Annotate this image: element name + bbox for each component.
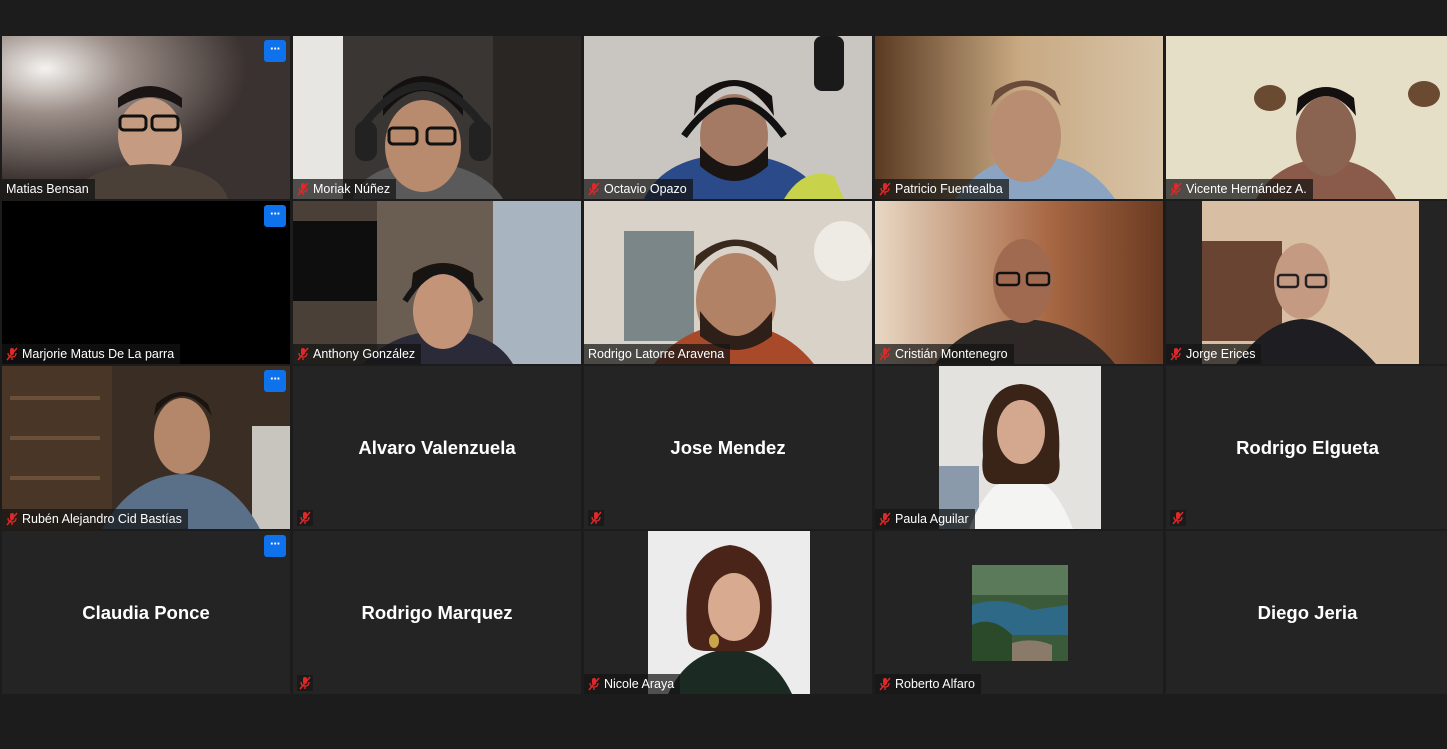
participant-profile-photo bbox=[972, 565, 1068, 661]
participant-nameplate: Paula Aguilar bbox=[875, 509, 975, 529]
participant-tile-ruben-cid[interactable]: ··· Rubén Alejandro Cid Bastías bbox=[2, 366, 290, 529]
microphone-muted-icon bbox=[297, 182, 309, 196]
participant-name: Jorge Erices bbox=[1186, 347, 1256, 361]
participant-video bbox=[875, 201, 1163, 364]
participant-tile-vicente-hernandez[interactable]: Vicente Hernández A. bbox=[1166, 36, 1447, 199]
participant-name: Moriak Núñez bbox=[313, 182, 391, 196]
microphone-muted-icon bbox=[6, 512, 18, 526]
microphone-muted-icon bbox=[1170, 347, 1182, 361]
microphone-muted-icon bbox=[879, 512, 891, 526]
participant-nameplate: Nicole Araya bbox=[584, 674, 681, 694]
microphone-muted-icon bbox=[879, 677, 891, 691]
participant-nameplate: Marjorie Matus De La parra bbox=[2, 344, 181, 364]
participant-tile-claudia-ponce[interactable]: Claudia Ponce ··· bbox=[2, 531, 290, 694]
participant-video bbox=[584, 201, 872, 364]
participant-nameplate: Rubén Alejandro Cid Bastías bbox=[2, 509, 188, 529]
participant-tile-rodrigo-marquez[interactable]: Rodrigo Marquez bbox=[293, 531, 581, 694]
participant-name-large: Claudia Ponce bbox=[82, 601, 210, 623]
participant-profile-photo bbox=[648, 531, 810, 694]
participant-video bbox=[2, 366, 290, 529]
participant-tile-jose-mendez[interactable]: Jose Mendez bbox=[584, 366, 872, 529]
participant-nameplate: Anthony González bbox=[293, 344, 422, 364]
participant-tile-jorge-erices[interactable]: Jorge Erices bbox=[1166, 201, 1447, 364]
participant-name: Marjorie Matus De La parra bbox=[22, 347, 175, 361]
participant-tile-roberto-alfaro[interactable]: Roberto Alfaro bbox=[875, 531, 1163, 694]
participant-video bbox=[293, 36, 581, 199]
microphone-muted-icon bbox=[297, 675, 313, 691]
participant-name-large: Rodrigo Elgueta bbox=[1236, 436, 1379, 458]
participant-video bbox=[875, 36, 1163, 199]
microphone-muted-icon bbox=[1170, 182, 1182, 196]
participant-tile-marjorie-matus[interactable]: ··· Marjorie Matus De La parra bbox=[2, 201, 290, 364]
participant-name: Cristián Montenegro bbox=[895, 347, 1008, 361]
more-options-icon[interactable]: ··· bbox=[264, 535, 286, 557]
participant-name-large: Diego Jeria bbox=[1257, 601, 1358, 623]
participant-tile-moriak-nunez[interactable]: Moriak Núñez bbox=[293, 36, 581, 199]
participant-name: Anthony González bbox=[313, 347, 416, 361]
participant-name-large: Rodrigo Marquez bbox=[361, 601, 513, 623]
microphone-muted-icon bbox=[297, 510, 313, 526]
participant-name: Rodrigo Latorre Aravena bbox=[588, 347, 725, 361]
participant-video bbox=[584, 36, 872, 199]
participant-nameplate: Moriak Núñez bbox=[293, 179, 397, 199]
participant-nameplate: Cristián Montenegro bbox=[875, 344, 1014, 364]
participant-tile-octavio-opazo[interactable]: Octavio Opazo bbox=[584, 36, 872, 199]
participant-nameplate: Matias Bensan bbox=[2, 179, 95, 199]
participant-name: Paula Aguilar bbox=[895, 512, 969, 526]
participant-name: Nicole Araya bbox=[604, 677, 675, 691]
participant-tile-patricio-fuentealba[interactable]: Patricio Fuentealba bbox=[875, 36, 1163, 199]
microphone-muted-icon bbox=[588, 182, 600, 196]
more-options-icon[interactable]: ··· bbox=[264, 370, 286, 392]
participant-name: Vicente Hernández A. bbox=[1186, 182, 1307, 196]
participant-video bbox=[1166, 36, 1447, 199]
participant-tile-alvaro-valenzuela[interactable]: Alvaro Valenzuela bbox=[293, 366, 581, 529]
participant-tile-rodrigo-latorre[interactable]: Rodrigo Latorre Aravena bbox=[584, 201, 872, 364]
gallery-grid: ··· Matias Bensan Moriak Núñez Octavio O… bbox=[2, 36, 1447, 696]
microphone-muted-icon bbox=[879, 347, 891, 361]
participant-name: Patricio Fuentealba bbox=[895, 182, 1003, 196]
microphone-muted-icon bbox=[6, 347, 18, 361]
participant-nameplate: Vicente Hernández A. bbox=[1166, 179, 1313, 199]
participant-tile-diego-jeria[interactable]: Diego Jeria bbox=[1166, 531, 1447, 694]
participant-video bbox=[293, 201, 581, 364]
participant-profile-photo bbox=[939, 366, 1101, 529]
participant-nameplate: Patricio Fuentealba bbox=[875, 179, 1009, 199]
participant-video bbox=[2, 36, 290, 199]
participant-nameplate: Octavio Opazo bbox=[584, 179, 693, 199]
participant-nameplate: Roberto Alfaro bbox=[875, 674, 981, 694]
microphone-muted-icon bbox=[588, 510, 604, 526]
microphone-muted-icon bbox=[1170, 510, 1186, 526]
participant-name: Matias Bensan bbox=[6, 182, 89, 196]
more-options-icon[interactable]: ··· bbox=[264, 205, 286, 227]
participant-name-large: Alvaro Valenzuela bbox=[358, 436, 516, 458]
participant-tile-cristian-montenegro[interactable]: Cristián Montenegro bbox=[875, 201, 1163, 364]
participant-tile-rodrigo-elgueta[interactable]: Rodrigo Elgueta bbox=[1166, 366, 1447, 529]
participant-tile-paula-aguilar[interactable]: Paula Aguilar bbox=[875, 366, 1163, 529]
microphone-muted-icon bbox=[297, 347, 309, 361]
more-options-icon[interactable]: ··· bbox=[264, 40, 286, 62]
participant-tile-matias-bensan[interactable]: ··· Matias Bensan bbox=[2, 36, 290, 199]
participant-nameplate: Jorge Erices bbox=[1166, 344, 1262, 364]
participant-tile-anthony-gonzalez[interactable]: Anthony González bbox=[293, 201, 581, 364]
participant-name: Roberto Alfaro bbox=[895, 677, 975, 691]
participant-video bbox=[1166, 201, 1447, 364]
participant-name-large: Jose Mendez bbox=[670, 436, 786, 458]
participant-name: Octavio Opazo bbox=[604, 182, 687, 196]
participant-tile-nicole-araya[interactable]: Nicole Araya bbox=[584, 531, 872, 694]
participant-nameplate: Rodrigo Latorre Aravena bbox=[584, 344, 731, 364]
microphone-muted-icon bbox=[879, 182, 891, 196]
participant-name: Rubén Alejandro Cid Bastías bbox=[22, 512, 182, 526]
microphone-muted-icon bbox=[588, 677, 600, 691]
